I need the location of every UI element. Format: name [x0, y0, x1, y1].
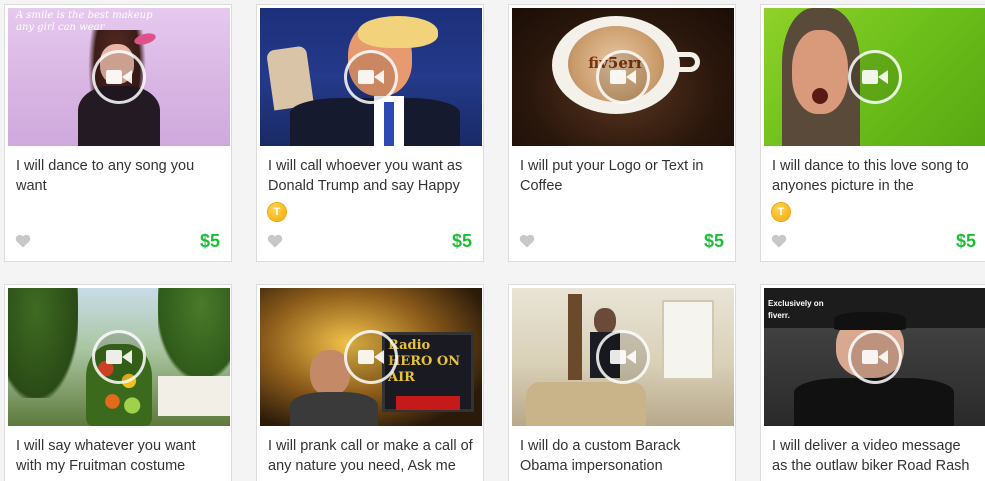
gig-card[interactable]: A smile is the best makeup any girl can …	[4, 4, 232, 262]
gig-card[interactable]: Exclusively on fiverr. I will deliver a …	[760, 284, 985, 481]
heart-icon[interactable]	[519, 234, 535, 248]
gig-price: $5	[451, 231, 472, 251]
gig-title[interactable]: I will put your Logo or Text in Coffee	[520, 156, 726, 196]
gig-thumbnail[interactable]: fiv5err	[512, 8, 734, 146]
gig-thumbnail[interactable]: A smile is the best makeup any girl can …	[8, 8, 230, 146]
gig-card[interactable]: Radio HERO ON AIR I will prank call or m…	[256, 284, 484, 481]
play-video-button[interactable]	[848, 330, 902, 384]
gig-thumbnail[interactable]	[8, 288, 230, 426]
heart-icon[interactable]	[267, 234, 283, 248]
gig-title[interactable]: I will prank call or make a call of any …	[268, 436, 474, 476]
heart-icon[interactable]	[771, 234, 787, 248]
gig-card[interactable]: I will dance to this love song to anyone…	[760, 4, 985, 262]
play-video-button[interactable]	[344, 50, 398, 104]
gig-thumbnail[interactable]	[764, 8, 985, 146]
heart-icon[interactable]	[15, 234, 31, 248]
gig-thumbnail[interactable]: Radio HERO ON AIR	[260, 288, 482, 426]
gig-card[interactable]: I will say whatever you want with my Fru…	[4, 284, 232, 481]
gig-card[interactable]: I will call whoever you want as Donald T…	[256, 4, 484, 262]
play-video-button[interactable]	[92, 50, 146, 104]
gig-grid: A smile is the best makeup any girl can …	[0, 0, 985, 481]
video-camera-icon	[862, 70, 888, 84]
gig-title[interactable]: I will do a custom Barack Obama imperson…	[520, 436, 726, 476]
gig-title[interactable]: I will dance to any song you want	[16, 156, 222, 196]
video-camera-icon	[106, 350, 132, 364]
gig-price: $5	[955, 231, 976, 251]
video-camera-icon	[610, 70, 636, 84]
gig-card[interactable]: fiv5err I will put your Logo or Text in …	[508, 4, 736, 262]
play-video-button[interactable]	[92, 330, 146, 384]
play-video-button[interactable]	[596, 50, 650, 104]
top-rated-badge: T	[268, 203, 286, 221]
video-camera-icon	[862, 350, 888, 364]
play-video-button[interactable]	[596, 330, 650, 384]
gig-thumbnail[interactable]	[512, 288, 734, 426]
gig-title[interactable]: I will dance to this love song to anyone…	[772, 156, 978, 196]
gig-thumbnail[interactable]: Exclusively on fiverr.	[764, 288, 985, 426]
gig-thumbnail[interactable]	[260, 8, 482, 146]
gig-title[interactable]: I will call whoever you want as Donald T…	[268, 156, 474, 196]
top-rated-badge: T	[772, 203, 790, 221]
video-camera-icon	[610, 350, 636, 364]
play-video-button[interactable]	[344, 330, 398, 384]
gig-title[interactable]: I will say whatever you want with my Fru…	[16, 436, 222, 476]
video-camera-icon	[358, 70, 384, 84]
gig-price: $5	[199, 231, 220, 251]
thumbnail-caption: Radio HERO ON AIR	[388, 338, 461, 382]
thumbnail-caption: Exclusively on fiverr.	[768, 299, 824, 320]
gig-price: $5	[703, 231, 724, 251]
video-camera-icon	[106, 70, 132, 84]
video-camera-icon	[358, 350, 384, 364]
gig-card[interactable]: I will do a custom Barack Obama imperson…	[508, 284, 736, 481]
play-video-button[interactable]	[848, 50, 902, 104]
gig-title[interactable]: I will deliver a video message as the ou…	[772, 436, 978, 476]
